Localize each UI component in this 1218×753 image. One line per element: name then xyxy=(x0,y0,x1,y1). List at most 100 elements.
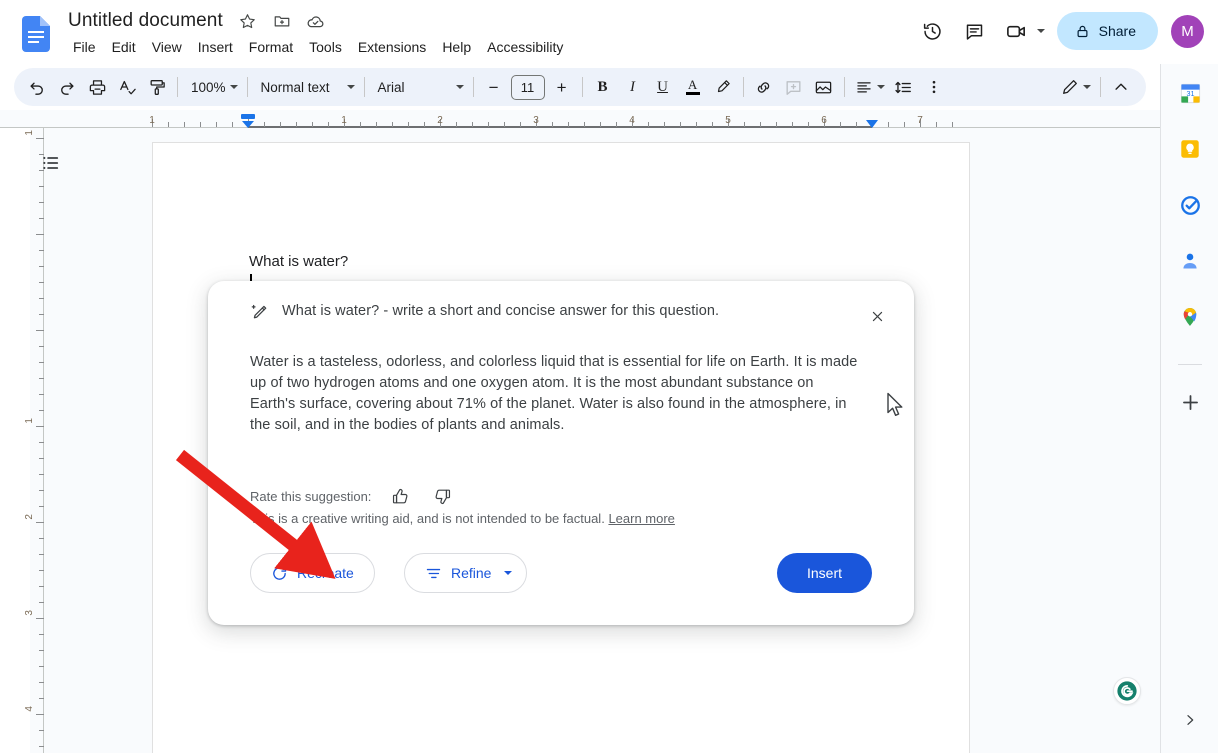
share-button-label: Share xyxy=(1099,23,1136,39)
lock-icon xyxy=(1075,24,1090,39)
paragraph-style-dropdown[interactable]: Normal text xyxy=(253,72,359,102)
menu-item-tools[interactable]: Tools xyxy=(302,36,349,58)
menu-item-format[interactable]: Format xyxy=(242,36,300,58)
version-history-icon[interactable] xyxy=(913,11,953,51)
grammarly-badge[interactable] xyxy=(1113,677,1141,705)
bold-label: B xyxy=(598,79,608,96)
refine-button-label: Refine xyxy=(451,565,491,581)
toolbar-divider xyxy=(473,77,474,97)
insert-button[interactable]: Insert xyxy=(777,553,872,593)
video-camera-icon[interactable] xyxy=(997,11,1037,51)
font-size-input[interactable] xyxy=(511,75,545,100)
recreate-button[interactable]: Recreate xyxy=(250,553,375,593)
increase-font-size-button[interactable]: + xyxy=(547,72,577,102)
chevron-down-icon xyxy=(1083,85,1091,89)
thumb-up-icon[interactable] xyxy=(385,481,415,511)
toolbar-divider xyxy=(1100,77,1101,97)
menu-item-insert[interactable]: Insert xyxy=(191,36,240,58)
top-bar: Untitled document File Edi xyxy=(0,0,1218,64)
more-options-icon[interactable] xyxy=(919,72,949,102)
google-keep-icon[interactable] xyxy=(1174,133,1206,165)
document-outline-icon[interactable] xyxy=(36,148,66,178)
move-to-folder-icon[interactable] xyxy=(269,8,295,34)
underline-button[interactable]: U xyxy=(648,72,678,102)
text-color-button[interactable]: A xyxy=(678,72,708,102)
ruler-number: 3 xyxy=(533,115,539,126)
toolbar-divider xyxy=(743,77,744,97)
menu-item-help[interactable]: Help xyxy=(435,36,478,58)
meet-button[interactable] xyxy=(997,11,1047,51)
spellcheck-icon[interactable] xyxy=(112,72,142,102)
google-maps-icon[interactable] xyxy=(1174,301,1206,333)
menu-item-extensions[interactable]: Extensions xyxy=(351,36,433,58)
chevron-down-icon xyxy=(456,85,464,89)
bold-button[interactable]: B xyxy=(588,72,618,102)
undo-icon[interactable] xyxy=(22,72,52,102)
menu-item-view[interactable]: View xyxy=(145,36,189,58)
font-family-dropdown[interactable]: Arial xyxy=(370,72,468,102)
horizontal-ruler[interactable]: 1 1 2 3 4 5 6 7 xyxy=(0,110,1160,128)
google-calendar-icon[interactable]: 31 xyxy=(1174,77,1206,109)
ai-prompt-text: What is water? - write a short and conci… xyxy=(282,303,719,319)
redo-icon[interactable] xyxy=(52,72,82,102)
ruler-number: 5 xyxy=(725,115,731,126)
vruler-number: 4 xyxy=(24,706,35,712)
chevron-down-icon xyxy=(504,571,512,575)
align-dropdown[interactable] xyxy=(850,72,889,102)
menu-item-file[interactable]: File xyxy=(66,36,103,58)
avatar[interactable]: M xyxy=(1171,15,1204,48)
minus-icon: − xyxy=(489,79,499,96)
ruler-number: 2 xyxy=(437,115,443,126)
highlight-pen-icon[interactable] xyxy=(708,72,738,102)
vruler-number: 1 xyxy=(24,130,35,136)
vruler-number: 1 xyxy=(24,418,35,424)
add-comment-icon[interactable] xyxy=(779,72,809,102)
chevron-up-icon[interactable] xyxy=(1106,72,1136,102)
chevron-right-icon[interactable] xyxy=(1175,705,1205,735)
ai-suggestion-text: Water is a tasteless, odorless, and colo… xyxy=(250,352,860,436)
formatting-toolbar: 100% Normal text Arial − + B xyxy=(14,68,1146,106)
google-docs-window: Untitled document File Edi xyxy=(0,0,1218,753)
document-title-row: Untitled document xyxy=(64,8,329,34)
document-title[interactable]: Untitled document xyxy=(64,8,227,34)
edit-mode-dropdown[interactable] xyxy=(1055,72,1095,102)
decrease-font-size-button[interactable]: − xyxy=(479,72,509,102)
close-icon[interactable] xyxy=(864,303,890,329)
comment-icon[interactable] xyxy=(955,11,995,51)
menu-item-edit[interactable]: Edit xyxy=(105,36,143,58)
insert-image-icon[interactable] xyxy=(809,72,839,102)
recreate-button-label: Recreate xyxy=(297,565,354,581)
toolbar-divider xyxy=(247,77,248,97)
add-ons-plus-icon[interactable] xyxy=(1174,386,1206,418)
menu-bar: File Edit View Insert Format Tools Exten… xyxy=(66,36,570,58)
zoom-value: 100% xyxy=(191,80,226,95)
paint-format-icon[interactable] xyxy=(142,72,172,102)
meet-dropdown-caret[interactable] xyxy=(1037,29,1045,33)
google-tasks-icon[interactable] xyxy=(1174,189,1206,221)
print-icon[interactable] xyxy=(82,72,112,102)
ai-disclaimer-text: This is a creative writing aid, and is n… xyxy=(250,511,605,526)
share-button[interactable]: Share xyxy=(1057,12,1158,50)
right-indent-marker[interactable] xyxy=(866,120,878,128)
svg-text:31: 31 xyxy=(1186,89,1194,97)
top-right-actions: Share M xyxy=(913,11,1204,51)
refine-button[interactable]: Refine xyxy=(404,553,527,593)
thumb-down-icon[interactable] xyxy=(427,481,457,511)
italic-button[interactable]: I xyxy=(618,72,648,102)
menu-item-accessibility[interactable]: Accessibility xyxy=(480,36,570,58)
left-indent-marker[interactable] xyxy=(242,121,254,128)
google-contacts-icon[interactable] xyxy=(1174,245,1206,277)
toolbar-divider xyxy=(582,77,583,97)
line-spacing-icon[interactable] xyxy=(889,72,919,102)
star-icon[interactable] xyxy=(235,8,261,34)
vertical-ruler[interactable]: 1 1 2 3 4 xyxy=(30,128,44,753)
text-color-label: A xyxy=(688,79,697,91)
learn-more-link[interactable]: Learn more xyxy=(608,511,674,526)
side-panel: 31 xyxy=(1160,64,1218,753)
cloud-saved-icon[interactable] xyxy=(303,8,329,34)
insert-link-icon[interactable] xyxy=(749,72,779,102)
zoom-dropdown[interactable]: 100% xyxy=(183,72,242,102)
google-docs-logo[interactable] xyxy=(22,16,50,52)
document-text[interactable]: What is water? xyxy=(249,253,348,270)
first-line-indent-marker[interactable] xyxy=(241,114,255,119)
